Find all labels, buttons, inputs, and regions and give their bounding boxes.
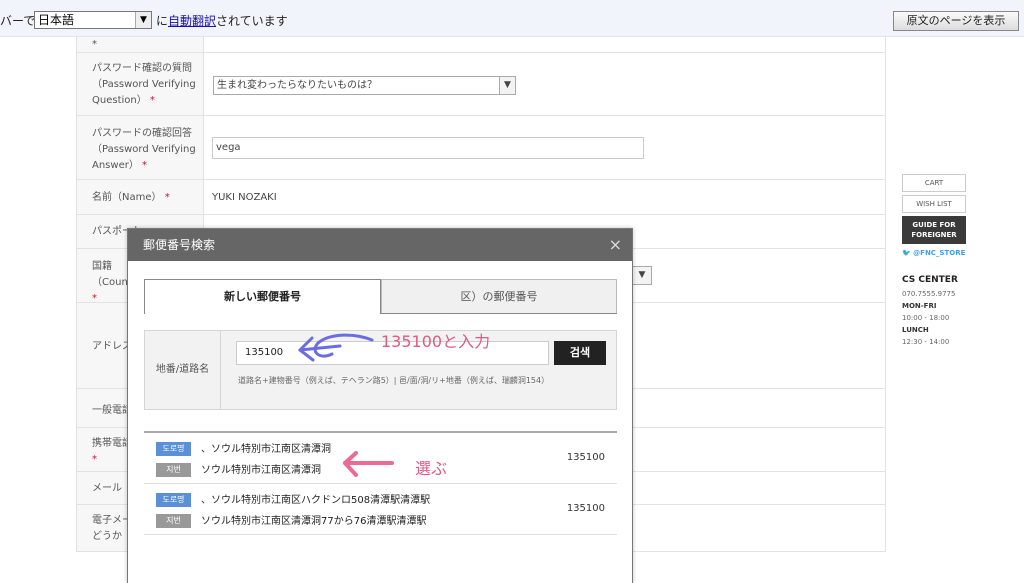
annotation-choose: 選ぶ <box>415 459 448 478</box>
annotation-enter: 135100と入力 <box>381 332 491 351</box>
arrow-left-icon <box>298 333 374 362</box>
tab-new-postal-code[interactable]: 新しい郵便番号 <box>144 279 381 314</box>
arrow-left-icon <box>343 451 394 477</box>
